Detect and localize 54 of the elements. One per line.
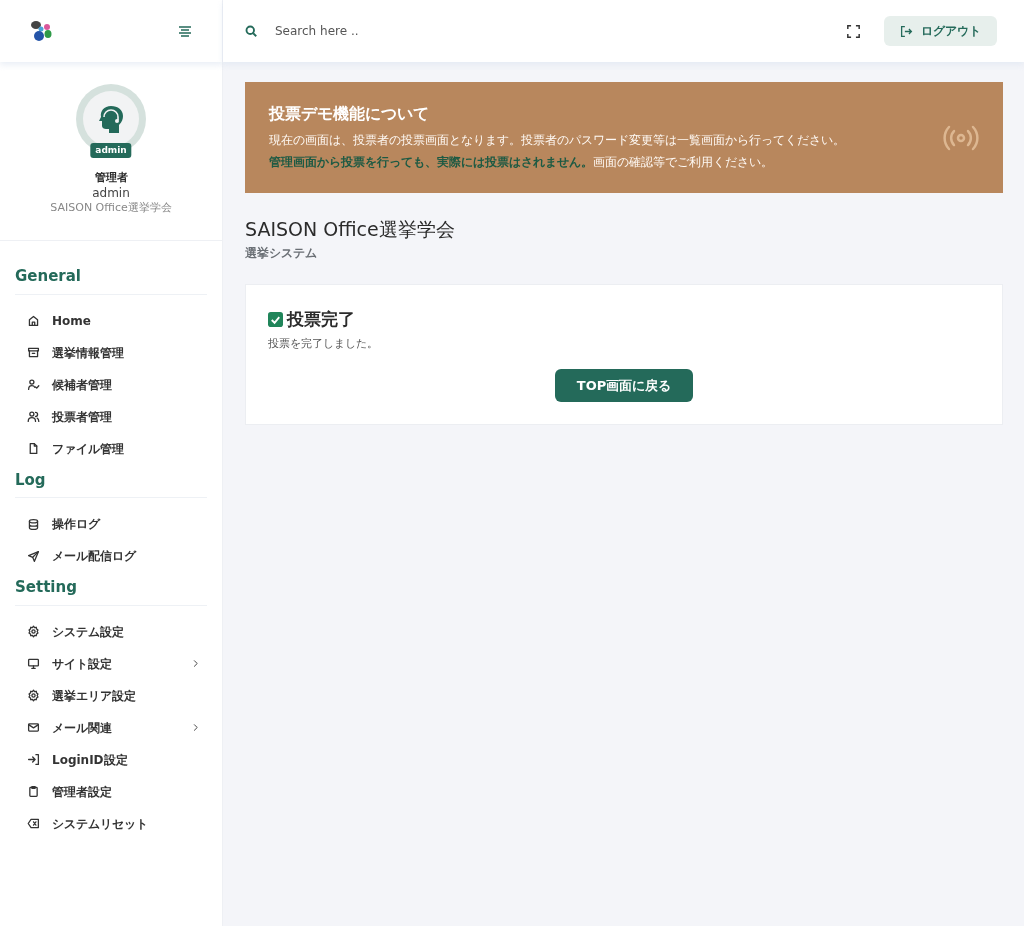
- nav-item[interactable]: 操作ログ: [0, 508, 222, 541]
- menu-icon[interactable]: [178, 25, 192, 37]
- broadcast-icon: [943, 123, 979, 152]
- monitor-icon: [27, 657, 40, 671]
- logo-icon: [30, 20, 54, 42]
- nav-item[interactable]: 管理者設定: [0, 775, 222, 808]
- nav-item[interactable]: ファイル管理: [0, 432, 222, 465]
- nav-item[interactable]: LoginID設定: [0, 743, 222, 776]
- notice-text: 管理画面から投票を行っても、実際には投票はされません。画面の確認等でご利用ください。: [269, 153, 774, 171]
- page-subtitle: 選挙システム: [245, 244, 318, 262]
- nav-item[interactable]: 候補者管理: [0, 368, 222, 401]
- page-title: SAISON Office選挙学会: [245, 217, 456, 243]
- archive-icon: [27, 346, 40, 360]
- username: admin: [91, 186, 131, 200]
- login-icon: [27, 753, 40, 767]
- section-title: Setting: [15, 576, 207, 606]
- logout-button[interactable]: ログアウト: [884, 16, 997, 46]
- chevron-right-icon: [191, 723, 200, 733]
- backspace-icon: [27, 817, 40, 831]
- file-icon: [27, 442, 40, 456]
- nav-item[interactable]: 選挙情報管理: [0, 336, 222, 369]
- section-title: Log: [15, 468, 207, 499]
- settings-icon: [27, 625, 40, 639]
- home-icon: [27, 314, 40, 328]
- logout-icon: [900, 24, 913, 38]
- notice-text: 現在の画面は、投票者の投票画面となります。投票者のパスワード変更等は一覧画面から行ってください。: [269, 132, 846, 149]
- card-message: 投票を完了しました。: [268, 336, 379, 353]
- role-badge: admin: [90, 142, 132, 158]
- nav-item[interactable]: 投票者管理: [0, 400, 222, 433]
- chevron-right-icon: [191, 659, 200, 669]
- settings-icon: [27, 689, 40, 703]
- user-check-icon: [27, 378, 40, 392]
- fullscreen-icon[interactable]: [847, 24, 860, 38]
- section-title: General: [15, 265, 207, 295]
- nav-item[interactable]: サイト設定: [0, 647, 222, 680]
- card-title: 投票完了: [287, 307, 355, 331]
- search-field[interactable]: Search here ..: [273, 21, 573, 41]
- support-agent-icon: [97, 104, 125, 134]
- nav-item[interactable]: システムリセット: [0, 807, 222, 840]
- mail-icon: [27, 721, 40, 735]
- send-icon: [27, 549, 40, 563]
- nav-item[interactable]: Home: [0, 304, 222, 337]
- nav-item[interactable]: メール配信ログ: [0, 540, 222, 573]
- notice-title: 投票デモ機能について: [269, 103, 430, 125]
- role-name: 管理者: [93, 170, 129, 186]
- database-icon: [27, 517, 40, 531]
- search-icon: [245, 25, 257, 37]
- users-icon: [27, 410, 40, 424]
- nav-item[interactable]: メール関連: [0, 711, 222, 744]
- top-button[interactable]: TOP画面に戻る: [554, 368, 694, 403]
- nav-item[interactable]: 選挙エリア設定: [0, 679, 222, 712]
- organization-name: SAISON Office選挙学会: [49, 199, 173, 216]
- nav-item[interactable]: システム設定: [0, 615, 222, 648]
- clipboard-icon: [27, 785, 40, 799]
